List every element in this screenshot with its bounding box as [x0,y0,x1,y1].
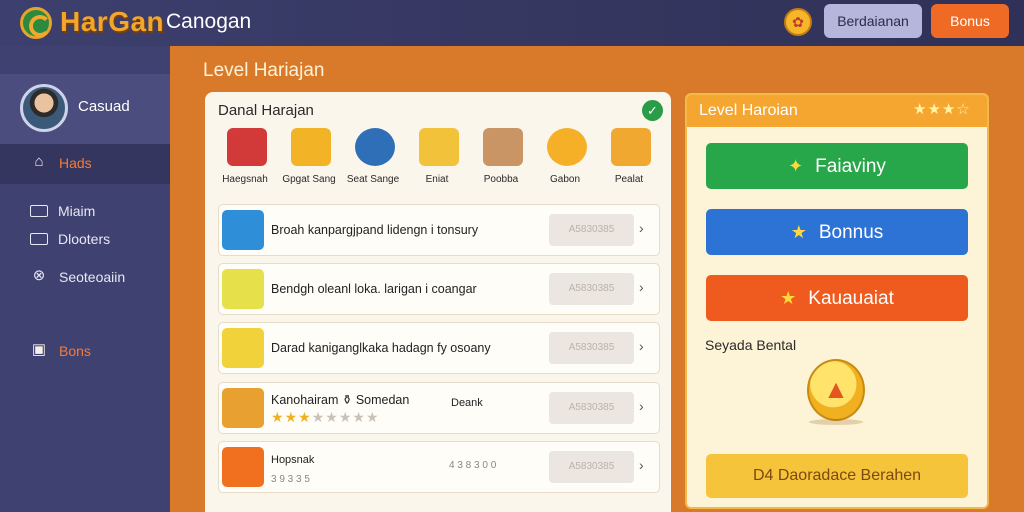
card-icon [30,233,48,245]
profile-card[interactable]: Casuad [0,74,170,144]
top-bar: HarGan Canogan ✿ Berdaianan Bonus [0,0,1024,46]
package-icon [483,128,523,166]
category-item[interactable]: Pealat [597,124,661,190]
star-icons: ★★★☆ [913,101,971,118]
chest-icon [611,128,651,166]
category-label: Pealat [614,174,644,185]
avatar [20,84,68,132]
basket-icon [355,128,395,166]
row-action-button[interactable]: A5830385 [549,392,634,424]
home-icon: ⌂ [34,153,44,170]
star-icon: ★ [325,409,339,425]
sidebar-item-dlooters[interactable]: Dlooters [30,231,110,247]
chevron-right-icon[interactable]: › [639,457,644,473]
crate-icon [419,128,459,166]
daily-panel: Danal Harajan ✓ Haegsnah Gpgat Sang Seat… [205,92,671,512]
bonnus-button[interactable]: ★ Bonnus [706,209,968,255]
row-action-button[interactable]: A5830385 [549,451,634,483]
category-item[interactable]: Gabon [533,124,597,190]
row-title: Hopsnak [271,454,315,466]
category-item[interactable]: Haegsnah [213,124,277,190]
sidebar-item-label: Dlooters [58,231,111,247]
row-subtitle: 3 9 3 3 5 [271,474,310,485]
star-icon: ✦ [788,156,804,176]
list-item[interactable]: Bendgh oleanl loka. larigan i coangar A5… [218,263,660,315]
fruit-icon [547,128,587,166]
row-extra: Deank [451,397,483,409]
reward-icon[interactable]: ✿ [784,8,812,36]
daoradace-button[interactable]: D4 Daoradace Berahen [706,454,968,498]
logo-icon [20,7,52,39]
berdaianan-button[interactable]: Berdaianan [824,4,922,38]
sidebar-item-seoteoaiin[interactable]: ⊗ Seoteoaiin [0,258,170,298]
category-bar: Haegsnah Gpgat Sang Seat Sange Eniat Poo… [213,124,663,190]
kauauaiat-button[interactable]: ★ Kauauaiat [706,275,968,321]
row-action-button[interactable]: A5830385 [549,332,634,364]
row-price: 4 3 8 3 0 0 [449,460,497,471]
star-icon: ★ [338,409,353,425]
check-icon: ✓ [642,100,663,121]
level-card-title: Level Haroian [699,102,798,119]
close-circle-icon: ⊗ [32,267,46,284]
category-item[interactable]: Seat Sange [341,124,405,190]
envelope-icon [222,210,264,250]
inbox-icon [30,205,48,217]
row-title: Bendgh oleanl loka. larigan i coangar [271,282,477,296]
gift-icon [227,128,267,166]
category-item[interactable]: Eniat [405,124,469,190]
star-icon: ★ [780,288,797,308]
store-icon: ▣ [31,341,47,358]
sidebar-item-miaim[interactable]: Miaim [30,203,95,219]
brand-logo: HarGan [60,6,165,37]
app-title: Canogan [166,10,252,33]
house-icon [222,328,264,368]
star-icon: ★ [365,409,380,425]
star-icon: ★ [284,409,299,425]
bonus-button[interactable]: Bonus [931,4,1009,38]
page-title: Level Hariajan [203,60,325,81]
star-icon: ★ [271,409,285,425]
sidebar-item-label: Seoteoaiin [59,269,126,285]
star-icon: ★ [790,222,807,242]
rating-stars: ★★★★★★★★ [271,409,380,426]
sidebar-item-label: Bons [59,343,91,359]
reward-label: Seyada Bental [705,337,797,353]
chevron-right-icon[interactable]: › [639,338,644,354]
row-action-button[interactable]: A5830385 [549,273,634,305]
row-title: Kanohairam ⚱ Somedan [271,393,410,407]
list-item[interactable]: Broah kanpargjpand lidengn i tonsury A58… [218,204,660,256]
category-item[interactable]: Poobba [469,124,533,190]
chevron-right-icon[interactable]: › [639,398,644,414]
sidebar-item-label: Hads [59,155,92,171]
faiaviny-button[interactable]: ✦ Faiaviny [706,143,968,189]
profile-name: Casuad [78,98,130,115]
row-action-button[interactable]: A5830385 [549,214,634,246]
level-card-header: Level Haroian ★★★☆ [687,95,987,127]
panel-title: Danal Harajan [218,102,314,119]
list-item[interactable]: Darad kaniganglkaka hadagn fy osoany A58… [218,322,660,374]
list-item[interactable]: Hopsnak 3 9 3 3 5 4 3 8 3 0 0 A5830385 › [218,441,660,493]
star-icon: ★ [352,409,366,425]
coin-shadow [809,419,863,425]
sidebar-item-label: Miaim [58,203,96,219]
sidebar-item-hads[interactable]: ⌂ Hads [0,144,170,184]
ring-icon [222,447,264,487]
row-title: Darad kaniganglkaka hadagn fy osoany [271,341,491,355]
chevron-right-icon[interactable]: › [639,279,644,295]
treasure-icon [222,388,264,428]
chevron-right-icon[interactable]: › [639,220,644,236]
star-icon: ★ [298,409,312,425]
list-item[interactable]: Kanohairam ⚱ Somedan ★★★★★★★★ Deank A583… [218,382,660,434]
category-item[interactable]: Gpgat Sang [277,124,341,190]
upgrade-coin-icon[interactable] [807,359,865,421]
row-title: Broah kanpargjpand lidengn i tonsury [271,223,479,237]
level-card: Level Haroian ★★★☆ ✦ Faiaviny ★ Bonnus ★ Ka… [685,93,989,509]
character-icon [222,269,264,309]
sidebar-item-bons[interactable]: ▣ Bons [0,332,170,372]
sidebar: Casuad ⌂ Hads Miaim Dlooters ⊗ Seoteoaii… [0,46,170,512]
star-icon: ★ [311,409,326,425]
box-icon [291,128,331,166]
row-subtitle: Somedan [355,393,410,407]
